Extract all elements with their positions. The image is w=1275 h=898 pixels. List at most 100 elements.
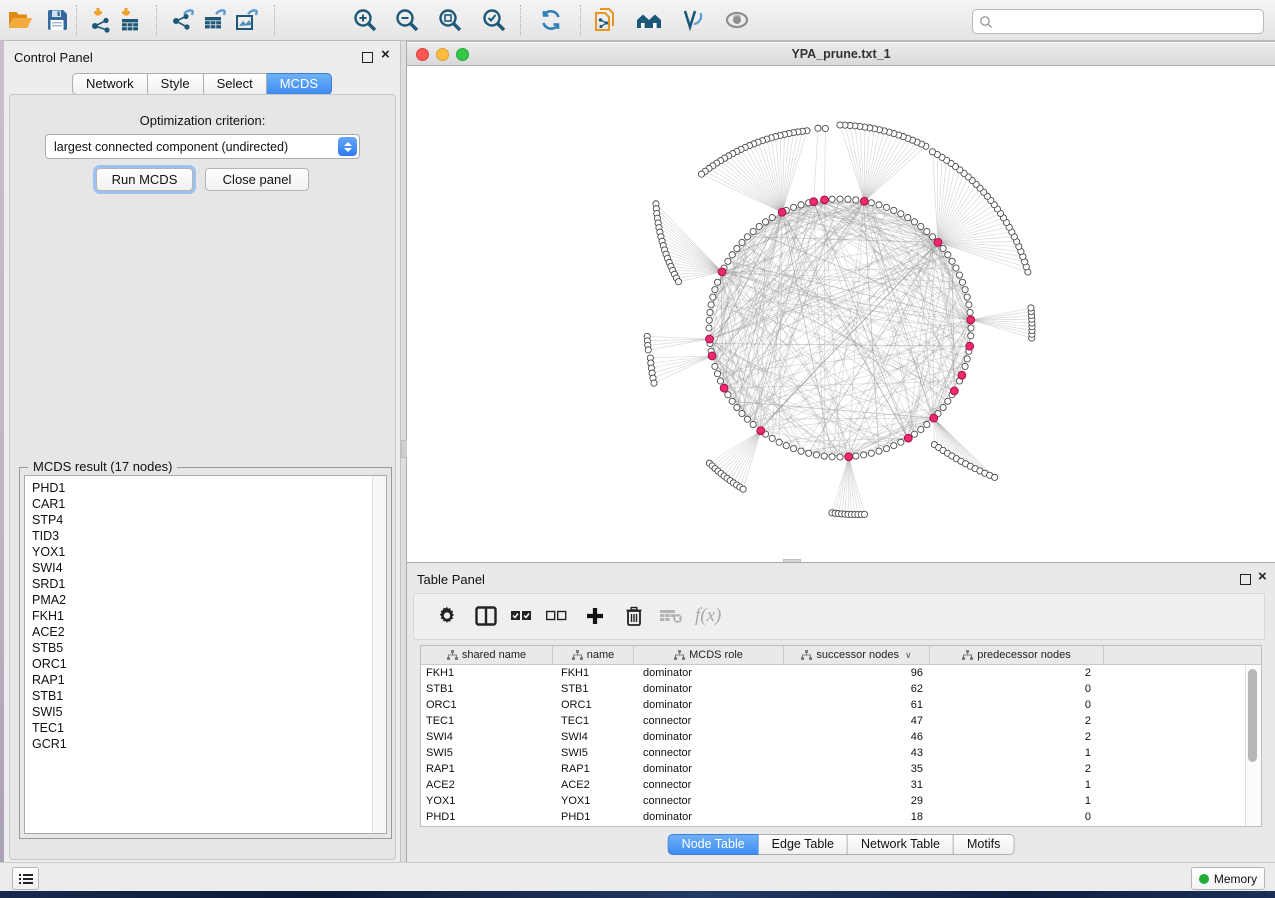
tab-mcds[interactable]: MCDS — [267, 73, 332, 95]
mcds-result-item[interactable]: STP4 — [25, 512, 386, 528]
table-row[interactable]: FKH1FKH1dominator962 — [421, 665, 1261, 681]
ring-node[interactable] — [829, 454, 835, 460]
tab-motifs[interactable]: Motifs — [954, 834, 1014, 855]
table-row[interactable]: YOX1YOX1connector291 — [421, 793, 1261, 809]
deselect-all-icon[interactable] — [545, 604, 567, 628]
ring-node[interactable] — [769, 215, 775, 221]
column-header-shared-name[interactable]: shared name — [421, 646, 553, 664]
mcds-result-item[interactable]: TID3 — [25, 528, 386, 544]
leaf-node[interactable] — [675, 279, 681, 285]
table-row[interactable]: SWI4SWI4dominator462 — [421, 729, 1261, 745]
export-table-icon[interactable] — [200, 6, 230, 34]
ring-node[interactable] — [837, 454, 843, 460]
ring-node[interactable] — [729, 398, 735, 404]
ring-node[interactable] — [762, 219, 768, 225]
optimization-criterion-select[interactable]: largest connected component (undirected) — [45, 134, 360, 159]
network-window-titlebar[interactable]: YPA_prune.txt_1 — [407, 43, 1275, 66]
ring-node[interactable] — [924, 228, 930, 234]
ring-node[interactable] — [744, 234, 750, 240]
leaf-node[interactable] — [740, 486, 746, 492]
zoom-fit-icon[interactable] — [435, 6, 465, 34]
mcds-selected-node[interactable] — [934, 238, 942, 246]
ring-node[interactable] — [769, 435, 775, 441]
ring-node[interactable] — [853, 197, 859, 203]
table-settings-gear-icon[interactable] — [437, 604, 457, 628]
zoom-selected-icon[interactable] — [479, 6, 509, 34]
split-panel-icon[interactable] — [475, 604, 497, 628]
ring-node[interactable] — [953, 265, 959, 271]
search-input[interactable] — [993, 12, 1263, 31]
show-hide-details-eye-icon[interactable] — [722, 6, 752, 34]
mcds-selected-node[interactable] — [706, 335, 714, 343]
ring-node[interactable] — [714, 371, 720, 377]
network-view-canvas[interactable] — [407, 66, 1275, 562]
ring-node[interactable] — [750, 228, 756, 234]
mcds-selected-node[interactable] — [757, 427, 765, 435]
ring-node[interactable] — [956, 272, 962, 278]
ring-node[interactable] — [806, 450, 812, 456]
ring-node[interactable] — [829, 196, 835, 202]
ring-node[interactable] — [949, 258, 955, 264]
table-row[interactable]: STB1STB1dominator620 — [421, 681, 1261, 697]
ring-node[interactable] — [898, 439, 904, 445]
ring-node[interactable] — [924, 421, 930, 427]
ring-node[interactable] — [891, 207, 897, 213]
mcds-selected-node[interactable] — [821, 196, 829, 204]
table-row[interactable]: ACE2ACE2connector311 — [421, 777, 1261, 793]
ring-node[interactable] — [837, 196, 843, 202]
clone-network-icon[interactable] — [590, 6, 620, 34]
mcds-selected-node[interactable] — [958, 371, 966, 379]
leaf-node[interactable] — [822, 125, 828, 131]
leaf-node[interactable] — [815, 125, 821, 131]
ring-node[interactable] — [945, 252, 951, 258]
ring-node[interactable] — [708, 302, 714, 308]
ring-node[interactable] — [729, 252, 735, 258]
ring-node[interactable] — [790, 446, 796, 452]
leaf-node[interactable] — [651, 380, 657, 386]
ring-node[interactable] — [918, 426, 924, 432]
ring-node[interactable] — [739, 410, 745, 416]
table-row[interactable]: ORC1ORC1dominator610 — [421, 697, 1261, 713]
ring-node[interactable] — [966, 302, 972, 308]
mcds-result-item[interactable]: STB5 — [25, 640, 386, 656]
ring-node[interactable] — [783, 443, 789, 449]
mcds-selected-node[interactable] — [930, 414, 938, 422]
mcds-selected-node[interactable] — [718, 268, 726, 276]
zoom-in-icon[interactable] — [350, 6, 380, 34]
tab-select[interactable]: Select — [204, 73, 267, 95]
vizmapper-icon[interactable] — [677, 6, 707, 34]
ring-node[interactable] — [918, 223, 924, 229]
leaf-node[interactable] — [929, 149, 935, 155]
mcds-selected-node[interactable] — [950, 387, 958, 395]
table-scrollbar[interactable] — [1245, 665, 1261, 826]
ring-node[interactable] — [845, 196, 851, 202]
mcds-result-list[interactable]: PHD1CAR1STP4TID3YOX1SWI4SRD1PMA2FKH1ACE2… — [24, 475, 387, 834]
mcds-selected-node[interactable] — [904, 434, 912, 442]
ring-node[interactable] — [883, 446, 889, 452]
ring-node[interactable] — [798, 448, 804, 454]
mcds-selected-node[interactable] — [860, 197, 868, 205]
ring-node[interactable] — [707, 309, 713, 315]
ring-node[interactable] — [725, 258, 731, 264]
ring-node[interactable] — [967, 309, 973, 315]
import-network-icon[interactable] — [87, 6, 117, 34]
mcds-result-item[interactable]: SRD1 — [25, 576, 386, 592]
ring-node[interactable] — [739, 239, 745, 245]
table-row[interactable]: RAP1RAP1dominator352 — [421, 761, 1261, 777]
ring-node[interactable] — [911, 219, 917, 225]
ring-node[interactable] — [821, 453, 827, 459]
save-session-icon[interactable] — [42, 6, 72, 34]
delete-column-trash-icon[interactable] — [625, 604, 643, 628]
column-header-mcds-role[interactable]: MCDS role — [634, 646, 784, 664]
ring-node[interactable] — [853, 453, 859, 459]
add-column-plus-icon[interactable] — [585, 604, 605, 628]
mcds-result-item[interactable]: PMA2 — [25, 592, 386, 608]
float-panel-icon[interactable] — [362, 52, 373, 63]
ring-node[interactable] — [898, 211, 904, 217]
ring-node[interactable] — [706, 317, 712, 323]
ring-node[interactable] — [717, 378, 723, 384]
mcds-list-scrollbar[interactable] — [372, 476, 386, 833]
mcds-result-item[interactable]: GCR1 — [25, 736, 386, 752]
mcds-selected-node[interactable] — [967, 316, 975, 324]
ring-node[interactable] — [940, 245, 946, 251]
